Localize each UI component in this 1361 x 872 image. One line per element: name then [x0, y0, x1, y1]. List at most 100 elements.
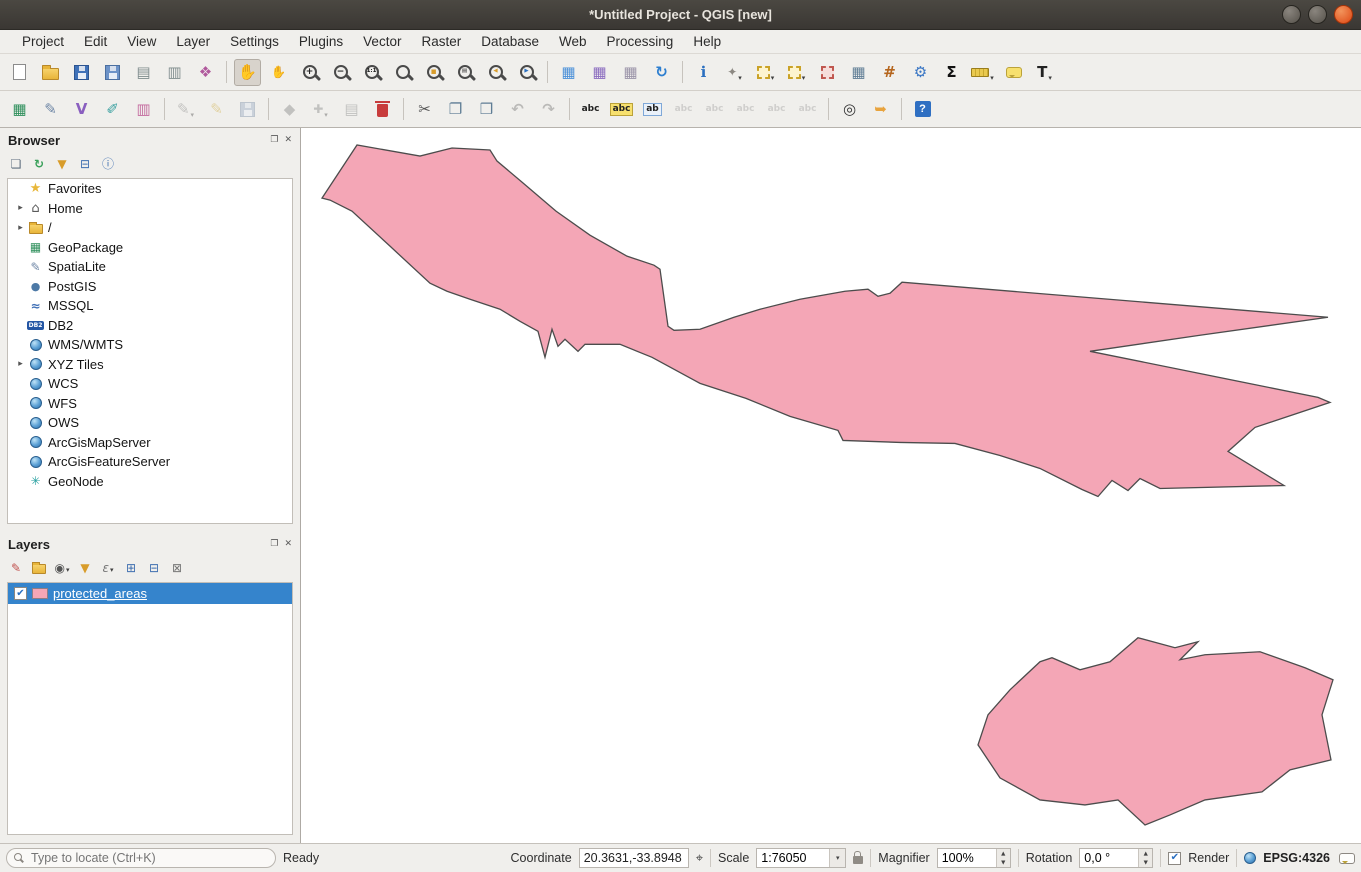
minimize-button[interactable]	[1282, 5, 1301, 24]
filter-browser-button[interactable]: ▼	[52, 154, 72, 174]
zoom-out-button[interactable]: −	[327, 59, 354, 86]
crs-status[interactable]: EPSG:4326	[1263, 851, 1330, 865]
layer-labeling-button[interactable]: abc	[577, 96, 604, 123]
statistics-button[interactable]: Σ	[938, 59, 965, 86]
vertex-tool-button[interactable]: ✚▾	[307, 96, 334, 123]
new-temporary-layer-button[interactable]: ✐	[99, 96, 126, 123]
crs-globe-icon[interactable]	[1244, 852, 1256, 864]
open-attribute-table-button[interactable]: ▦	[845, 59, 872, 86]
spin-down-icon[interactable]: ▼	[997, 858, 1010, 867]
delete-selected-button[interactable]	[369, 96, 396, 123]
browser-item-postgis[interactable]: ●PostGIS	[8, 277, 292, 297]
new-3d-map-view-button[interactable]: ▦	[586, 59, 613, 86]
zoom-to-layer-button[interactable]: ▤	[451, 59, 478, 86]
layer-labeling-single-button[interactable]: abc	[608, 96, 635, 123]
browser-item-spatialite[interactable]: ✎SpatiaLite	[8, 257, 292, 277]
processing-options-button[interactable]: ⚙	[907, 59, 934, 86]
toggle-editing-button[interactable]: ✎	[203, 96, 230, 123]
browser-item-favorites[interactable]: ★Favorites	[8, 179, 292, 199]
field-calculator-button[interactable]: #	[876, 59, 903, 86]
magnifier-input[interactable]	[938, 849, 996, 867]
manage-map-themes-button[interactable]: ◉▾	[52, 558, 72, 578]
help-button[interactable]: ?	[909, 96, 936, 123]
select-by-value-button[interactable]: ▾	[783, 59, 810, 86]
select-features-button[interactable]: ▾	[752, 59, 779, 86]
close-button[interactable]	[1334, 5, 1353, 24]
collapse-all-button[interactable]: ⊟	[75, 154, 95, 174]
redo-button[interactable]: ↷	[535, 96, 562, 123]
undo-button[interactable]: ↶	[504, 96, 531, 123]
spin-up-icon[interactable]: ▲	[1139, 849, 1152, 858]
expand-arrow[interactable]: ▸	[14, 223, 27, 233]
browser-item-home[interactable]: ▸⌂Home	[8, 199, 292, 219]
diagram-options-button[interactable]: abc	[794, 96, 821, 123]
add-group-button[interactable]	[29, 558, 49, 578]
measure-button[interactable]: ▾	[969, 59, 996, 86]
coordinate-input[interactable]	[579, 848, 689, 868]
menu-plugins[interactable]: Plugins	[289, 31, 353, 52]
menu-processing[interactable]: Processing	[597, 31, 684, 52]
rotation-input[interactable]	[1080, 849, 1138, 867]
maximize-button[interactable]	[1308, 5, 1327, 24]
browser-item-xyz[interactable]: ▸XYZ Tiles	[8, 355, 292, 375]
zoom-full-button[interactable]	[389, 59, 416, 86]
remove-layer-button[interactable]: ⊠	[167, 558, 187, 578]
menu-edit[interactable]: Edit	[74, 31, 117, 52]
browser-item-root[interactable]: ▸/	[8, 218, 292, 238]
browser-item-arcgismapserver[interactable]: ArcGisMapServer	[8, 433, 292, 453]
zoom-native-button[interactable]: 1:1	[358, 59, 385, 86]
move-label-button[interactable]: abc	[701, 96, 728, 123]
map-polygon[interactable]	[322, 145, 1330, 496]
zoom-to-selection-button[interactable]: ▪	[420, 59, 447, 86]
float-panel-icon[interactable]: ❐	[270, 135, 278, 145]
layer-styling-button[interactable]: ✎	[6, 558, 26, 578]
scale-dropdown-icon[interactable]: ▾	[829, 849, 845, 867]
zoom-in-button[interactable]: +	[296, 59, 323, 86]
paste-features-button[interactable]: ❒	[473, 96, 500, 123]
run-feature-action-button[interactable]: ✦▾	[721, 59, 748, 86]
save-layer-edits-button[interactable]	[234, 96, 261, 123]
current-edits-button[interactable]: ✎▾	[172, 96, 199, 123]
collapse-all-layers-button[interactable]: ⊟	[144, 558, 164, 578]
properties-widget-button[interactable]: ⓘ	[98, 154, 118, 174]
filter-by-expression-button[interactable]: ε▾	[98, 558, 118, 578]
browser-item-wfs[interactable]: WFS	[8, 394, 292, 414]
cut-features-button[interactable]: ✂	[411, 96, 438, 123]
locate-input[interactable]	[6, 848, 276, 868]
new-spatialite-layer-button[interactable]: ✎	[37, 96, 64, 123]
new-print-layout-button[interactable]: ▤	[130, 59, 157, 86]
layout-manager-button[interactable]: ▥	[161, 59, 188, 86]
new-geopackage-layer-button[interactable]: ▦	[6, 96, 33, 123]
spin-down-icon[interactable]: ▼	[1139, 858, 1152, 867]
menu-project[interactable]: Project	[12, 31, 74, 52]
filter-legend-button[interactable]: ▼	[75, 558, 95, 578]
add-selected-layers-button[interactable]: ❏	[6, 154, 26, 174]
browser-item-wms[interactable]: WMS/WMTS	[8, 335, 292, 355]
pan-map-button[interactable]: ✋	[234, 59, 261, 86]
close-panel-icon[interactable]: ✕	[284, 135, 292, 145]
share-export-button[interactable]: ➥	[867, 96, 894, 123]
new-map-view-button[interactable]: ▦	[555, 59, 582, 86]
zoom-next-button[interactable]: ▶	[513, 59, 540, 86]
menu-layer[interactable]: Layer	[166, 31, 220, 52]
text-annotation-button[interactable]: T▾	[1031, 59, 1058, 86]
menu-web[interactable]: Web	[549, 31, 597, 52]
deselect-features-button[interactable]	[814, 59, 841, 86]
new-project-button[interactable]	[6, 59, 33, 86]
expand-arrow[interactable]: ▸	[14, 359, 27, 369]
save-project-as-button[interactable]	[99, 59, 126, 86]
layer-swatch[interactable]	[32, 588, 48, 599]
spin-up-icon[interactable]: ▲	[997, 849, 1010, 858]
menu-database[interactable]: Database	[471, 31, 549, 52]
coordinate-toggle-icon[interactable]: ⌖	[696, 851, 703, 866]
new-shapefile-layer-button[interactable]: V	[68, 96, 95, 123]
refresh-browser-button[interactable]: ↻	[29, 154, 49, 174]
render-checkbox[interactable]: ✔	[1168, 852, 1181, 865]
expand-arrow[interactable]: ▸	[14, 203, 27, 213]
refresh-button[interactable]: ↻	[648, 59, 675, 86]
pan-to-selection-button[interactable]: ✋	[265, 59, 292, 86]
float-panel-icon[interactable]: ❐	[270, 539, 278, 549]
change-label-button[interactable]: abc	[763, 96, 790, 123]
close-panel-icon[interactable]: ✕	[284, 539, 292, 549]
rotate-label-button[interactable]: abc	[732, 96, 759, 123]
